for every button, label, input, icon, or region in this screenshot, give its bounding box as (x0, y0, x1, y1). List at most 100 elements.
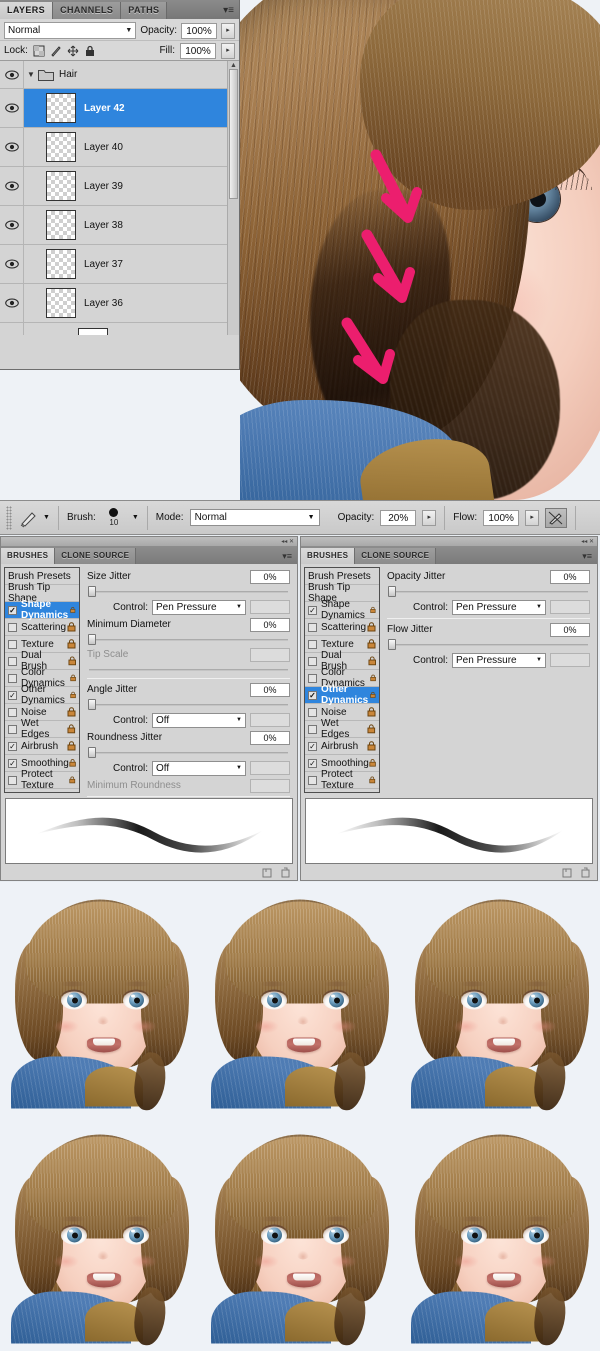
panel-window-controls[interactable]: ◂◂ ✕ (281, 538, 294, 545)
lock-icon[interactable] (367, 639, 376, 649)
brush-option-list[interactable]: Brush Presets Brush Tip Shape ✓ Shape Dy… (4, 567, 80, 793)
flow-jitter-value[interactable]: 0% (550, 623, 590, 637)
lock-icon[interactable] (367, 707, 376, 717)
visibility-toggle[interactable] (0, 128, 24, 166)
checkbox-unchecked[interactable] (308, 708, 317, 717)
delete-brush-icon[interactable] (580, 867, 591, 878)
slider-knob[interactable] (88, 699, 96, 710)
checkbox-unchecked[interactable] (308, 674, 317, 683)
toolbar-grip[interactable] (6, 506, 12, 530)
tab-channels[interactable]: CHANNELS (53, 2, 121, 19)
lock-icon[interactable] (70, 605, 76, 615)
protect-texture-item[interactable]: Protect Texture (305, 772, 379, 789)
lock-icon[interactable] (370, 673, 376, 683)
wet-edges-item[interactable]: Wet Edges (5, 721, 79, 738)
scattering-item[interactable]: Scattering (305, 619, 379, 636)
layer-thumbnail[interactable] (46, 132, 76, 162)
checkbox-checked[interactable]: ✓ (8, 759, 17, 768)
brush-option-list[interactable]: Brush Presets Brush Tip Shape ✓ Shape Dy… (304, 567, 380, 793)
lock-all-icon[interactable] (84, 45, 96, 57)
shape-dynamics-item[interactable]: ✓ Shape Dynamics (5, 602, 79, 619)
visibility-toggle[interactable] (0, 61, 24, 88)
slider-knob[interactable] (88, 586, 96, 597)
lock-icon[interactable] (69, 758, 76, 768)
size-jitter-value[interactable]: 0% (250, 570, 290, 584)
panel-menu-icon[interactable]: ▾≡ (223, 2, 239, 19)
lock-icon[interactable] (367, 741, 376, 751)
tab-brushes[interactable]: BRUSHES (1, 548, 55, 564)
checkbox-checked[interactable]: ✓ (8, 606, 17, 615)
slider-knob[interactable] (388, 586, 396, 597)
lock-paint-icon[interactable] (50, 45, 62, 57)
layer-list-scrollbar[interactable]: ▲ (227, 61, 239, 335)
lock-icon[interactable] (368, 656, 376, 666)
checkbox-unchecked[interactable] (308, 623, 317, 632)
visibility-toggle[interactable] (0, 167, 24, 205)
layer-row-layer-38[interactable]: Layer 38 (0, 206, 239, 245)
checkbox-unchecked[interactable] (8, 623, 17, 632)
other-dynamics-item[interactable]: ✓ Other Dynamics (5, 687, 79, 704)
checkbox-checked[interactable]: ✓ (8, 742, 17, 751)
checkbox-checked[interactable]: ✓ (8, 691, 17, 700)
minimum-diameter-slider[interactable] (87, 633, 290, 645)
lock-icon[interactable] (367, 622, 376, 632)
layer-row-layer-40[interactable]: Layer 40 (0, 128, 239, 167)
fill-input[interactable]: 100% (180, 43, 216, 59)
tab-clone-source[interactable]: CLONE SOURCE (55, 548, 136, 564)
chevron-down-icon[interactable]: ▼ (24, 70, 38, 79)
lock-icon[interactable] (370, 605, 376, 615)
checkbox-unchecked[interactable] (8, 708, 17, 717)
roundness-jitter-slider[interactable] (87, 746, 290, 758)
visibility-toggle[interactable] (0, 323, 24, 335)
lock-move-icon[interactable] (67, 45, 79, 57)
layer-row-layer-36[interactable]: Layer 36 (0, 284, 239, 323)
tab-paths[interactable]: PATHS (121, 2, 167, 19)
chevron-down-icon[interactable]: ▼ (43, 514, 50, 521)
lock-icon[interactable] (67, 741, 76, 751)
airbrush-item[interactable]: ✓ Airbrush (5, 738, 79, 755)
lock-icon[interactable] (370, 690, 376, 700)
opacity-stepper[interactable]: ▸ (221, 23, 235, 39)
layer-thumbnail[interactable] (46, 210, 76, 240)
new-brush-icon[interactable] (262, 867, 273, 878)
lock-icon[interactable] (367, 724, 376, 734)
lock-icon[interactable] (69, 775, 76, 785)
tool-preset-picker[interactable]: ▼ (18, 508, 50, 528)
tab-brushes[interactable]: BRUSHES (301, 548, 355, 564)
opacity-control-select[interactable]: Pen Pressure ▼ (452, 600, 546, 615)
slider-knob[interactable] (88, 747, 96, 758)
layer-row-layer-39[interactable]: Layer 39 (0, 167, 239, 206)
checkbox-unchecked[interactable] (308, 725, 317, 734)
flow-control-select[interactable]: Pen Pressure ▼ (452, 653, 546, 668)
visibility-toggle[interactable] (0, 89, 24, 127)
lock-icon[interactable] (67, 639, 76, 649)
new-brush-icon[interactable] (562, 867, 573, 878)
checkbox-unchecked[interactable] (308, 640, 317, 649)
scattering-item[interactable]: Scattering (5, 619, 79, 636)
layer-row-layer-37[interactable]: Layer 37 (0, 245, 239, 284)
chevron-down-icon[interactable]: ▼ (132, 514, 139, 521)
slider-knob[interactable] (388, 639, 396, 650)
brush-preset-preview[interactable]: 10 (102, 508, 126, 527)
checkbox-unchecked[interactable] (308, 657, 317, 666)
lock-icon[interactable] (67, 707, 76, 717)
other-dynamics-item[interactable]: ✓ Other Dynamics (305, 687, 379, 704)
panel-window-controls[interactable]: ◂◂ ✕ (581, 538, 594, 545)
size-control-select[interactable]: Pen Pressure ▼ (152, 600, 246, 615)
scrollbar-thumb[interactable] (229, 69, 238, 199)
layer-row-group-girl-head[interactable]: ▼ Girl Head (0, 323, 239, 335)
checkbox-unchecked[interactable] (8, 776, 17, 785)
visibility-toggle[interactable] (0, 245, 24, 283)
checkbox-unchecked[interactable] (8, 640, 17, 649)
layer-list[interactable]: ▼ Hair Layer 42 (0, 61, 239, 335)
opacity-jitter-slider[interactable] (387, 585, 590, 597)
roundness-control-select[interactable]: Off ▼ (152, 761, 246, 776)
lock-icon[interactable] (68, 656, 76, 666)
airbrush-toggle-button[interactable] (545, 508, 567, 528)
opacity-stepper[interactable]: ▸ (422, 510, 436, 526)
opacity-input[interactable]: 100% (181, 23, 217, 39)
group-thumbnail[interactable] (78, 328, 108, 336)
flow-input[interactable]: 100% (483, 510, 519, 526)
lock-icon[interactable] (67, 724, 76, 734)
layer-thumbnail[interactable] (46, 171, 76, 201)
